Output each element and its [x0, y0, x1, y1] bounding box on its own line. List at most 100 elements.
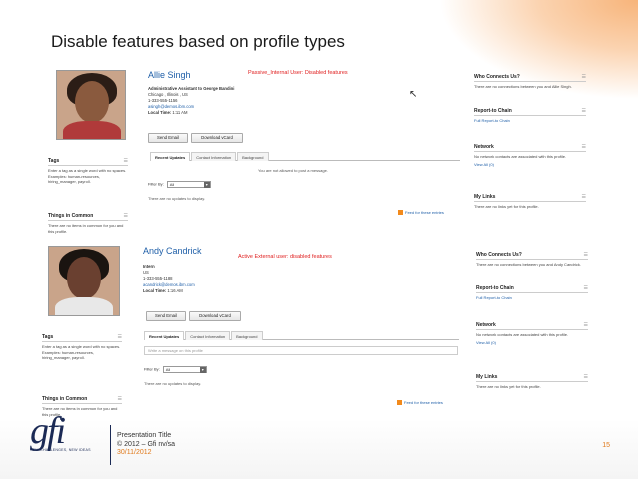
report-title: Report-to Chain	[474, 108, 512, 114]
tags-title: Tags	[42, 334, 54, 340]
report-link[interactable]: Full Report-to Chain	[474, 118, 586, 123]
common-panel: Things in Common ☰ There are no items in …	[48, 213, 128, 234]
profile-info: Intern US 1-333-555-1188 acandrick@demos…	[143, 264, 195, 294]
links-text: There are no links yet for this profile.	[476, 384, 541, 389]
network-title: Network	[476, 322, 496, 328]
links-text: There are no links yet for this profile.	[474, 204, 539, 209]
network-text: No network contacts are associated with …	[476, 332, 569, 337]
logo-tagline: NEW CHALLENGES, NEW IDEAS	[30, 448, 91, 452]
footer-date: 30/11/2012	[117, 449, 152, 456]
links-title: My Links	[476, 374, 498, 380]
common-title: Things in Common	[48, 213, 94, 219]
report-title: Report-to Chain	[476, 285, 514, 291]
filter-select[interactable]: All ▾	[166, 181, 211, 188]
report-link[interactable]: Full Report-to Chain	[476, 295, 588, 300]
tab-background[interactable]: Background	[231, 331, 263, 340]
tags-panel: Tags ☰ Enter a tag as a single word with …	[48, 158, 128, 185]
common-title: Things in Common	[42, 396, 88, 402]
filter-by: Filter By: All ▾	[144, 366, 207, 373]
links-panel: My Links ☰ There are no links yet for thi…	[476, 374, 588, 390]
menu-icon[interactable]: ☰	[584, 322, 588, 328]
local-time-label: Local Time:	[148, 110, 172, 115]
filter-label: Filter By:	[144, 366, 160, 372]
feed-link[interactable]: Feed for these entries	[398, 210, 444, 216]
post-message-input[interactable]: Write a message on this profile	[144, 346, 458, 355]
chevron-down-icon: ▾	[199, 367, 206, 373]
profile-tabs: Recent Updates Contact Information Backg…	[144, 331, 459, 340]
copyright: © 2012 – Gfi nv/sa	[117, 440, 176, 448]
connects-title: Who Connects Us?	[474, 74, 520, 80]
tab-contact-information[interactable]: Contact Information	[191, 152, 237, 161]
mouse-cursor-icon: ↖	[409, 89, 418, 100]
menu-icon[interactable]: ☰	[582, 194, 586, 200]
links-panel: My Links ☰ There are no links yet for thi…	[474, 194, 586, 210]
tags-help: Enter a tag as a single word with no spa…	[48, 168, 127, 184]
download-vcard-button[interactable]: Download vCard	[191, 133, 243, 143]
profile-tabs: Recent Updates Contact Information Backg…	[150, 152, 460, 161]
menu-icon[interactable]: ☰	[124, 213, 128, 219]
tab-background[interactable]: Background	[237, 152, 269, 161]
tags-panel: Tags ☰ Enter a tag as a single word with …	[42, 334, 122, 361]
send-email-button[interactable]: Send Email	[148, 133, 188, 143]
tags-title: Tags	[48, 158, 60, 164]
menu-icon[interactable]: ☰	[584, 252, 588, 258]
menu-icon[interactable]: ☰	[118, 334, 122, 340]
network-link[interactable]: View All (0)	[476, 340, 588, 345]
local-time: 1:11 AM	[172, 110, 188, 115]
send-email-button[interactable]: Send Email	[146, 311, 186, 321]
menu-icon[interactable]: ☰	[582, 144, 586, 150]
filter-by: Filter By: All ▾	[148, 181, 211, 188]
bottom-gradient	[0, 419, 638, 479]
connects-title: Who Connects Us?	[476, 252, 522, 258]
connects-text: There are no connections between you and…	[476, 262, 581, 267]
network-panel: Network ☰ No network contacts are associa…	[476, 322, 588, 345]
no-updates-text: There are no updates to display.	[148, 196, 206, 201]
profile-name[interactable]: Allie Singh	[148, 70, 191, 80]
rss-icon	[397, 400, 402, 406]
report-chain-panel: Report-to Chain ☰ Full Report-to Chain	[476, 285, 588, 300]
menu-icon[interactable]: ☰	[584, 374, 588, 380]
connects-panel: Who Connects Us? ☰ There are no connectio…	[474, 74, 586, 90]
no-updates-text: There are no updates to display.	[144, 381, 202, 386]
links-title: My Links	[474, 194, 496, 200]
menu-icon[interactable]: ☰	[582, 74, 586, 80]
rss-icon	[398, 210, 403, 216]
menu-icon[interactable]: ☰	[582, 108, 586, 114]
profile-photo	[56, 70, 126, 140]
local-time-label: Local Time:	[143, 288, 167, 293]
slide-title: Disable features based on profile types	[51, 32, 345, 51]
profile-name[interactable]: Andy Candrick	[143, 246, 202, 256]
feed-link[interactable]: Feed for these entries	[397, 400, 443, 406]
network-title: Network	[474, 144, 494, 150]
footer-divider	[110, 425, 111, 465]
tags-help: Enter a tag as a single word with no spa…	[42, 344, 121, 360]
download-vcard-button[interactable]: Download vCard	[189, 311, 241, 321]
filter-select[interactable]: All ▾	[162, 366, 207, 373]
tab-recent-updates[interactable]: Recent Updates	[144, 331, 185, 340]
connects-panel: Who Connects Us? ☰ There are no connectio…	[476, 252, 588, 268]
footer-info: Presentation Title © 2012 – Gfi nv/sa 30…	[117, 432, 175, 458]
network-text: No network contacts are associated with …	[474, 154, 567, 159]
local-time: 1:16 AM	[167, 288, 183, 293]
logo-text: gfi	[30, 410, 66, 452]
network-panel: Network ☰ No network contacts are associa…	[474, 144, 586, 167]
common-text: There are no items in common for you and…	[48, 223, 124, 234]
chevron-down-icon: ▾	[203, 182, 210, 188]
connects-text: There are no connections between you and…	[474, 84, 572, 89]
page-number: 15	[602, 442, 610, 449]
menu-icon[interactable]: ☰	[118, 396, 122, 402]
menu-icon[interactable]: ☰	[584, 285, 588, 291]
tab-recent-updates[interactable]: Recent Updates	[150, 152, 191, 161]
menu-icon[interactable]: ☰	[124, 158, 128, 164]
presentation-title: Presentation Title	[117, 432, 172, 439]
post-disabled-notice: You are not allowed to post a message.	[258, 168, 328, 173]
profile-type-note: Passive_Internal User: Disabled features	[248, 70, 348, 76]
gfi-logo: gfi NEW CHALLENGES, NEW IDEAS	[30, 412, 91, 452]
network-link[interactable]: View All (0)	[474, 162, 586, 167]
profile-info: Administrative Assistant to George Bandi…	[148, 86, 234, 116]
profile-photo	[48, 246, 120, 316]
report-chain-panel: Report-to Chain ☰ Full Report-to Chain	[474, 108, 586, 123]
filter-label: Filter By:	[148, 181, 164, 187]
tab-contact-information[interactable]: Contact Information	[185, 331, 231, 340]
profile-type-note: Active External user: disabled features	[238, 254, 332, 260]
